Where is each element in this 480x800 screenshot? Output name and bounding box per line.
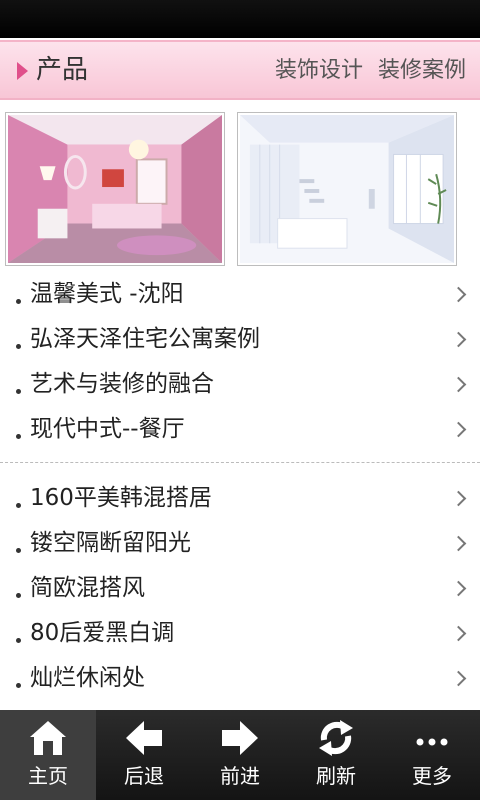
status-bar [0, 0, 480, 38]
thumbnail-white-room[interactable] [237, 112, 457, 266]
tab-label: 主页 [28, 764, 68, 788]
thumbnail-pink-bedroom[interactable] [5, 112, 225, 266]
tab-refresh[interactable]: 刷新 [288, 710, 384, 800]
list-item[interactable]: 灿烂休闲处 [0, 656, 480, 701]
bullet-icon [16, 299, 21, 304]
section-title: 产品 [36, 55, 89, 85]
bullet-icon [16, 548, 21, 553]
bullet-icon [16, 638, 21, 643]
bullet-icon [16, 389, 21, 394]
chevron-right-icon [450, 286, 467, 303]
pink-bedroom-photo [8, 115, 222, 263]
home-icon [30, 721, 66, 755]
list-item-label: 80后爱黑白调 [30, 620, 175, 646]
list-item-label: 弘泽天泽住宅公寓案例 [30, 326, 260, 352]
bullet-icon [16, 593, 21, 598]
list-item-label: 灿烂休闲处 [30, 665, 145, 691]
tab-label: 更多 [412, 764, 452, 788]
back-arrow-icon [126, 721, 162, 755]
tab-label: 前进 [220, 764, 260, 788]
list-item[interactable]: 80后爱黑白调 [0, 611, 480, 656]
chevron-right-icon [450, 490, 467, 507]
white-living-room-photo [240, 115, 454, 263]
list-item-label: 现代中式--餐厅 [30, 416, 185, 442]
list-item-label: 镂空隔断留阳光 [30, 530, 191, 556]
chevron-right-icon [450, 376, 467, 393]
list-item[interactable]: 镂空隔断留阳光 [0, 521, 480, 566]
tab-home[interactable]: 主页 [0, 710, 96, 800]
list-item[interactable]: 温馨美式 -沈阳 [0, 272, 480, 317]
chevron-right-icon [450, 670, 467, 687]
chevron-right-icon [450, 421, 467, 438]
list-item[interactable]: 现代中式--餐厅 [0, 407, 480, 452]
section-header: 产品 装饰设计 装修案例 [0, 40, 480, 100]
forward-arrow-icon [222, 721, 258, 755]
header-links: 装饰设计 装修案例 [267, 55, 466, 87]
bullet-icon [16, 344, 21, 349]
tab-forward[interactable]: 前进 [192, 710, 288, 800]
bullet-icon [16, 434, 21, 439]
bullet-icon [16, 683, 21, 688]
product-list-group-2: 160平美韩混搭居 镂空隔断留阳光 简欧混搭风 80后爱黑白调 灿烂休闲处 [0, 476, 480, 701]
link-decoration-cases[interactable]: 装修案例 [378, 58, 466, 83]
tab-label: 后退 [124, 764, 164, 788]
bullet-icon [16, 503, 21, 508]
refresh-icon [319, 720, 353, 756]
bottom-tab-bar: 主页 后退 前进 刷新 更多 [0, 710, 480, 800]
chevron-right-icon [450, 580, 467, 597]
product-list-group-1: 温馨美式 -沈阳 弘泽天泽住宅公寓案例 艺术与装修的融合 现代中式--餐厅 [0, 272, 480, 452]
link-decoration-design[interactable]: 装饰设计 [275, 58, 363, 83]
list-item-label: 简欧混搭风 [30, 575, 145, 601]
tab-label: 刷新 [316, 764, 356, 788]
chevron-right-icon [450, 535, 467, 552]
product-thumbnails [0, 112, 480, 270]
list-item-label: 艺术与装修的融合 [30, 371, 214, 397]
list-item-label: 温馨美式 -沈阳 [30, 281, 184, 307]
tab-back[interactable]: 后退 [96, 710, 192, 800]
tab-more[interactable]: 更多 [384, 710, 480, 800]
list-item[interactable]: 160平美韩混搭居 [0, 476, 480, 521]
list-item[interactable]: 简欧混搭风 [0, 566, 480, 611]
list-item[interactable]: 弘泽天泽住宅公寓案例 [0, 317, 480, 362]
list-divider [0, 462, 480, 463]
list-item[interactable]: 艺术与装修的融合 [0, 362, 480, 407]
more-icon [416, 738, 448, 746]
chevron-right-icon [450, 625, 467, 642]
chevron-right-icon [450, 331, 467, 348]
section-arrow-icon [17, 62, 28, 80]
list-item-label: 160平美韩混搭居 [30, 485, 212, 511]
